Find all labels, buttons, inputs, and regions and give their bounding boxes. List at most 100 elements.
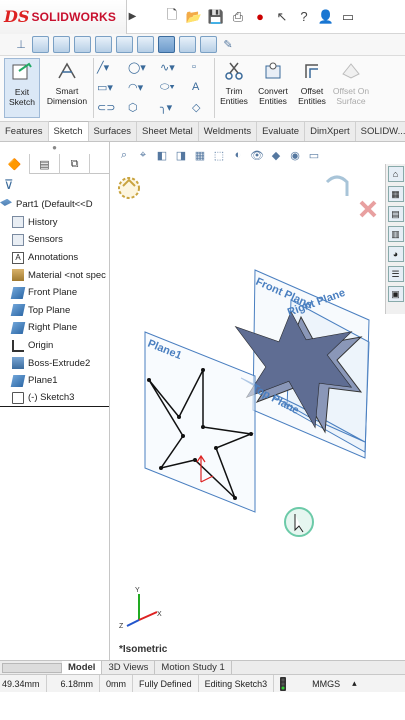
print-icon[interactable]: ⎙ xyxy=(228,7,248,27)
trim-scissors-icon xyxy=(225,62,243,80)
tree-item-annotations[interactable]: A Annotations xyxy=(0,249,109,267)
ellipse-tool-icon[interactable]: ⬭▾ xyxy=(160,80,180,94)
offset-entities-icon xyxy=(305,64,318,78)
tree-item-label: Origin xyxy=(28,340,54,352)
triad-z-label: Z xyxy=(119,623,124,630)
plane1-outline[interactable] xyxy=(144,331,256,513)
rotate-view-icon[interactable] xyxy=(118,177,140,199)
smart-dimension-button[interactable]: Smart Dimension xyxy=(44,58,90,106)
rebuild-traffic-light-icon[interactable]: ● xyxy=(250,7,270,27)
polygon-tool-icon[interactable]: ⬡ xyxy=(128,100,148,114)
tab-weldments[interactable]: Weldments xyxy=(199,121,258,141)
manager-tabs: 🔶 ▤ ⧉ xyxy=(0,154,109,174)
normal-to-icon[interactable]: ⊥ xyxy=(14,38,28,52)
tab-sketch[interactable]: Sketch xyxy=(48,121,89,141)
tab-dimxpert[interactable]: DimXpert xyxy=(305,121,356,141)
help-icon[interactable]: ? xyxy=(294,7,314,27)
window-restore-icon[interactable]: ▭ xyxy=(338,7,358,27)
view-orientation-toolbar: ⊥ ✎ xyxy=(0,34,405,56)
point-tool-icon[interactable]: ▫ xyxy=(192,60,212,74)
extrude-icon xyxy=(12,357,24,370)
tree-item-sensors[interactable]: Sensors xyxy=(0,231,109,249)
view-right-icon[interactable] xyxy=(95,36,112,53)
configuration-manager-tab-icon[interactable]: ⧉ xyxy=(60,154,90,174)
tab-3d-views[interactable]: 3D Views xyxy=(102,660,156,675)
status-units[interactable]: MMGS xyxy=(306,675,346,693)
view-back-icon[interactable] xyxy=(53,36,70,53)
offset-entities-button[interactable]: Offset Entities xyxy=(294,58,330,106)
tree-item-label: History xyxy=(28,216,58,228)
view-front-icon[interactable] xyxy=(32,36,49,53)
trim-entities-button[interactable]: Trim Entities xyxy=(216,58,252,106)
filter-icon[interactable]: ⊽ xyxy=(0,174,109,196)
feature-manager-tab-icon[interactable]: 🔶 xyxy=(0,154,30,174)
tree-item-top-plane[interactable]: Top Plane xyxy=(0,302,109,320)
cancel-sketch-icon[interactable] xyxy=(359,200,377,218)
arc-tool-icon[interactable]: ◠▾ xyxy=(128,80,148,94)
tab-model[interactable]: Model xyxy=(62,660,103,675)
view-top-icon[interactable] xyxy=(116,36,133,53)
exit-sketch-label: Exit Sketch xyxy=(9,87,35,107)
panel-collapse-handle[interactable]: ● xyxy=(0,142,109,154)
view-left-icon[interactable] xyxy=(74,36,91,53)
save-icon[interactable]: 💾 xyxy=(206,7,226,27)
tree-item-right-plane[interactable]: Right Plane xyxy=(0,319,109,337)
tree-item-part[interactable]: Part1 (Default<<D xyxy=(0,196,109,214)
tab-evaluate[interactable]: Evaluate xyxy=(257,121,306,141)
circle-tool-icon[interactable]: ◯▾ xyxy=(128,60,148,74)
select-arrow-icon[interactable]: ↖ xyxy=(272,7,292,27)
tree-item-sketch3[interactable]: (-) Sketch3 xyxy=(0,390,109,408)
slot-tool-icon[interactable]: ⊂⊃ xyxy=(97,100,117,114)
status-z-coordinate: 0mm xyxy=(100,674,134,693)
tab-scroll-bar[interactable] xyxy=(2,662,62,673)
user-icon[interactable]: 👤 xyxy=(316,7,336,27)
offset-on-surface-button[interactable]: Offset On Surface xyxy=(332,58,370,106)
menu-expand-arrow[interactable]: ▶ xyxy=(126,0,138,34)
bottom-tabs-bar: Model 3D Views Motion Study 1 xyxy=(0,660,405,675)
open-folder-icon[interactable]: 📂 xyxy=(184,7,204,27)
line-tool-icon[interactable]: ╱▾ xyxy=(97,60,117,74)
sketch-tools-column-1: ╱▾ ▭▾ ⊂⊃ xyxy=(97,60,117,114)
tab-sheet-metal[interactable]: Sheet Metal xyxy=(137,121,199,141)
command-manager-tabs: Features Sketch Surfaces Sheet Metal Wel… xyxy=(0,121,405,142)
tree-item-front-plane[interactable]: Front Plane xyxy=(0,284,109,302)
sketch-tools-column-3: ∿▾ ⬭▾ ╮▾ xyxy=(160,60,180,114)
graphics-area[interactable]: ⌕ ⌖ ◧ ◨ ▦ ⬚ ◐ 👁 ◆ ◉ ▭ ⌂ ▦ ▤ ▥ ◕ ☰ ▣ Fron… xyxy=(111,142,405,660)
fillet-tool-icon[interactable]: ╮▾ xyxy=(160,100,180,114)
blank-area xyxy=(0,692,405,720)
exit-sketch-button[interactable]: Exit Sketch xyxy=(4,58,40,118)
convert-entities-button[interactable]: Convert Entities xyxy=(254,58,292,106)
view-dimetric-icon[interactable] xyxy=(200,36,217,53)
view-bottom-icon[interactable] xyxy=(137,36,154,53)
confirmation-corner[interactable] xyxy=(325,175,377,218)
tree-item-label: Top Plane xyxy=(28,304,71,316)
rectangle-tool-icon[interactable]: ▭▾ xyxy=(97,80,117,94)
tree-item-label: Right Plane xyxy=(28,322,78,334)
tree-item-boss-extrude2[interactable]: Boss-Extrude2 xyxy=(0,354,109,372)
tree-item-history[interactable]: History xyxy=(0,214,109,232)
tree-item-label: Annotations xyxy=(28,252,79,264)
tab-solidworks-addins[interactable]: SOLIDW... xyxy=(356,121,405,141)
confirm-exit-icon[interactable] xyxy=(325,175,349,196)
view-trimetric-icon[interactable] xyxy=(179,36,196,53)
new-document-icon[interactable]: 🗋 xyxy=(162,7,182,27)
property-manager-tab-icon[interactable]: ▤ xyxy=(30,154,60,174)
plane-icon xyxy=(10,374,26,387)
solidworks-logo[interactable]: DS SOLIDWORKS xyxy=(0,0,126,34)
tree-item-material[interactable]: Material <not spec xyxy=(0,266,109,284)
app-brand: SOLIDWORKS xyxy=(31,9,117,24)
tree-item-plane1[interactable]: Plane1 xyxy=(0,372,109,390)
plane-tool-icon[interactable]: ◇ xyxy=(192,100,212,114)
text-tool-icon[interactable]: A xyxy=(192,80,212,94)
plane-icon xyxy=(10,321,26,334)
spline-tool-icon[interactable]: ∿▾ xyxy=(160,60,180,74)
plane-icon xyxy=(10,286,26,299)
pen-icon[interactable]: ✎ xyxy=(221,38,235,52)
rebuild-status-icon[interactable] xyxy=(274,675,292,693)
tab-features[interactable]: Features xyxy=(0,121,49,141)
tab-motion-study-1[interactable]: Motion Study 1 xyxy=(155,660,232,675)
units-dropdown-icon[interactable]: ▴ xyxy=(346,675,363,693)
view-isometric-icon[interactable] xyxy=(158,36,175,53)
tab-surfaces[interactable]: Surfaces xyxy=(89,121,138,141)
tree-item-origin[interactable]: Origin xyxy=(0,337,109,355)
